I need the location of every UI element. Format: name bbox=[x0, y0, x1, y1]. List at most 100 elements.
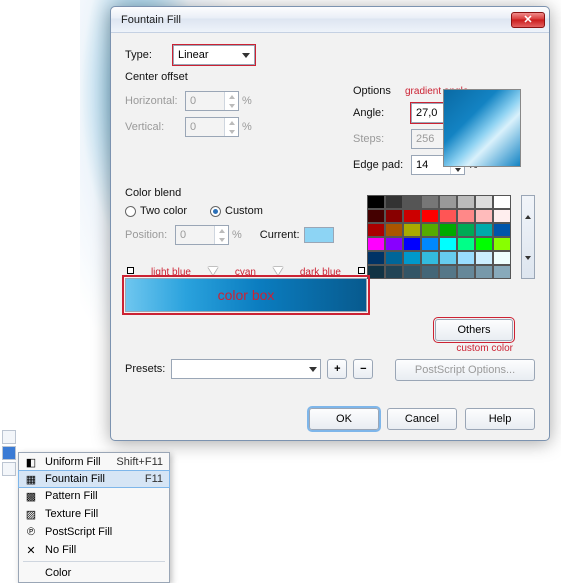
tool-1[interactable] bbox=[2, 430, 16, 444]
horizontal-label: Horizontal: bbox=[125, 95, 185, 107]
menu-item-color[interactable]: Color bbox=[19, 564, 169, 582]
color-swatch[interactable] bbox=[457, 195, 475, 209]
help-button[interactable]: Help bbox=[465, 408, 535, 430]
ok-button[interactable]: OK bbox=[309, 408, 379, 430]
color-swatch[interactable] bbox=[421, 195, 439, 209]
color-swatch[interactable] bbox=[385, 195, 403, 209]
dialog-title: Fountain Fill bbox=[121, 14, 511, 26]
color-swatch[interactable] bbox=[403, 209, 421, 223]
pattern-icon: ▩ bbox=[23, 489, 39, 503]
color-swatch[interactable] bbox=[403, 237, 421, 251]
pct-1: % bbox=[242, 95, 252, 107]
color-swatch[interactable] bbox=[385, 265, 403, 279]
tool-2[interactable] bbox=[2, 446, 16, 460]
menu-item-uniform[interactable]: ◧Uniform FillShift+F11 bbox=[19, 453, 169, 471]
horizontal-input bbox=[186, 92, 224, 110]
titlebar[interactable]: Fountain Fill ✕ bbox=[111, 7, 549, 33]
down-icon bbox=[455, 168, 461, 172]
type-select[interactable]: Linear bbox=[173, 45, 255, 65]
postscript-icon: ℗ bbox=[23, 525, 39, 539]
position-label: Position: bbox=[125, 229, 175, 241]
color-swatch[interactable] bbox=[367, 223, 385, 237]
tool-3[interactable] bbox=[2, 462, 16, 476]
menu-item-postscript[interactable]: ℗PostScript Fill bbox=[19, 523, 169, 541]
color-swatch[interactable] bbox=[457, 237, 475, 251]
color-swatch[interactable] bbox=[493, 237, 511, 251]
color-swatch[interactable] bbox=[385, 209, 403, 223]
menu-item-texture[interactable]: ▨ Texture Fill bbox=[19, 505, 169, 523]
fill-context-menu: ◧Uniform FillShift+F11▦Fountain FillF11▩… bbox=[18, 452, 170, 583]
gradient-bar[interactable]: color box bbox=[125, 278, 367, 312]
color-swatch[interactable] bbox=[475, 209, 493, 223]
color-swatch[interactable] bbox=[475, 195, 493, 209]
color-swatch[interactable] bbox=[493, 265, 511, 279]
close-icon: ✕ bbox=[523, 13, 532, 26]
color-swatch[interactable] bbox=[457, 223, 475, 237]
color-swatch[interactable] bbox=[421, 209, 439, 223]
menu-item-fountain[interactable]: ▦Fountain FillF11 bbox=[18, 470, 170, 488]
preset-remove-button[interactable]: − bbox=[353, 359, 373, 379]
color-swatch[interactable] bbox=[439, 209, 457, 223]
marker-start[interactable] bbox=[127, 267, 134, 274]
postscript-options-button: PostScript Options... bbox=[395, 359, 535, 381]
marker-mid1[interactable] bbox=[208, 267, 218, 275]
palette-scrollbar[interactable] bbox=[521, 195, 535, 279]
color-swatch[interactable] bbox=[439, 251, 457, 265]
twocolor-radio[interactable] bbox=[125, 206, 136, 217]
color-swatch[interactable] bbox=[421, 265, 439, 279]
color-swatch[interactable] bbox=[421, 237, 439, 251]
color-swatch[interactable] bbox=[439, 265, 457, 279]
color-swatch[interactable] bbox=[367, 209, 385, 223]
color-swatch[interactable] bbox=[493, 195, 511, 209]
menu-item-pattern[interactable]: ▩Pattern Fill bbox=[19, 487, 169, 505]
color-swatch[interactable] bbox=[457, 251, 475, 265]
color-swatch[interactable] bbox=[421, 251, 439, 265]
presets-select[interactable] bbox=[171, 359, 321, 379]
menu-separator bbox=[23, 561, 165, 562]
color-swatch[interactable] bbox=[493, 223, 511, 237]
color-swatch[interactable] bbox=[403, 195, 421, 209]
color-swatch[interactable] bbox=[367, 265, 385, 279]
color-icon bbox=[23, 566, 39, 580]
preset-add-button[interactable]: + bbox=[327, 359, 347, 379]
texture-icon: ▨ bbox=[23, 507, 39, 521]
color-swatch[interactable] bbox=[439, 195, 457, 209]
marker-end[interactable] bbox=[358, 267, 365, 274]
color-swatch[interactable] bbox=[493, 209, 511, 223]
color-swatch[interactable] bbox=[439, 237, 457, 251]
menu-item-label: Fountain Fill bbox=[45, 473, 105, 485]
color-swatch[interactable] bbox=[385, 223, 403, 237]
pct-4: % bbox=[232, 229, 242, 241]
up-icon bbox=[229, 95, 235, 99]
color-swatch[interactable] bbox=[367, 237, 385, 251]
color-swatch[interactable] bbox=[457, 209, 475, 223]
color-swatch[interactable] bbox=[457, 265, 475, 279]
color-swatch[interactable] bbox=[403, 223, 421, 237]
others-button[interactable]: Others bbox=[435, 319, 513, 341]
marker-mid2[interactable] bbox=[273, 267, 283, 275]
color-swatch[interactable] bbox=[385, 237, 403, 251]
menu-item-label: Color bbox=[45, 567, 71, 579]
scroll-down-icon bbox=[525, 256, 531, 260]
cancel-button[interactable]: Cancel bbox=[387, 408, 457, 430]
custom-radio[interactable] bbox=[210, 206, 221, 217]
color-swatch[interactable] bbox=[475, 237, 493, 251]
color-swatch[interactable] bbox=[475, 251, 493, 265]
menu-item-none[interactable]: ✕No Fill bbox=[19, 541, 169, 559]
fountain-icon: ▦ bbox=[23, 472, 39, 486]
color-swatch[interactable] bbox=[367, 195, 385, 209]
color-swatch[interactable] bbox=[403, 265, 421, 279]
color-swatch[interactable] bbox=[403, 251, 421, 265]
ann-colorbox: color box bbox=[218, 287, 275, 303]
color-swatch[interactable] bbox=[439, 223, 457, 237]
color-swatch[interactable] bbox=[367, 251, 385, 265]
angle-label: Angle: bbox=[353, 107, 411, 119]
color-swatch[interactable] bbox=[421, 223, 439, 237]
color-swatch[interactable] bbox=[493, 251, 511, 265]
color-swatch[interactable] bbox=[475, 265, 493, 279]
color-swatch[interactable] bbox=[385, 251, 403, 265]
close-button[interactable]: ✕ bbox=[511, 12, 545, 28]
color-swatch[interactable] bbox=[475, 223, 493, 237]
up-icon bbox=[229, 121, 235, 125]
menu-item-label: Texture Fill bbox=[45, 508, 98, 520]
